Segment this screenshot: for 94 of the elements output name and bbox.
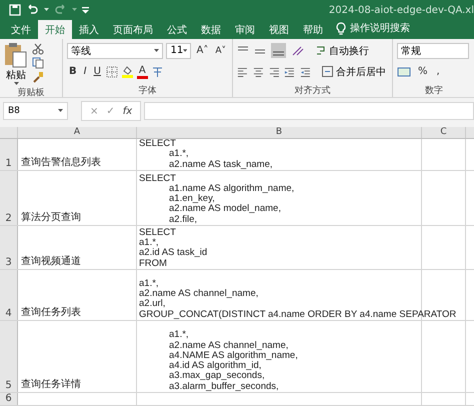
column-header[interactable]: C	[422, 127, 466, 138]
table-cell-text: 查询告警信息列表	[21, 156, 102, 169]
caret-icon	[14, 82, 18, 86]
row-header[interactable]: 3	[0, 226, 18, 269]
row-header[interactable]: 6	[0, 393, 18, 405]
group-label: 剪贴板	[18, 88, 44, 98]
sql-line: a1.en_key,	[169, 194, 215, 204]
decrease-indent-icon[interactable]	[284, 66, 296, 78]
sql-line: a2.name AS channel_name,	[169, 340, 288, 351]
align-right-icon[interactable]	[268, 66, 280, 78]
column-header[interactable]: A	[18, 127, 137, 138]
ribbon-tab[interactable]: 开始	[38, 20, 72, 39]
search-hint[interactable]: 操作说明搜索	[350, 21, 410, 39]
group-label: 字体	[138, 86, 156, 96]
grow-font-button[interactable]: A˄	[194, 45, 210, 56]
fill-color-icon[interactable]	[120, 65, 134, 78]
comma-button[interactable]: ,	[434, 66, 442, 77]
number-format-dropdown[interactable]: 常规	[397, 42, 469, 58]
sql-line: a2.url,	[139, 299, 166, 310]
group-label: 对齐方式	[294, 86, 330, 96]
currency-icon[interactable]	[397, 66, 411, 78]
shrink-font-button[interactable]: A˅	[213, 46, 228, 56]
group-label: 数字	[425, 86, 443, 96]
ribbon-tab[interactable]: 数据	[194, 20, 228, 39]
sql-line: a1.*,	[139, 238, 159, 248]
sql-line: a4.NAME AS algorithm_name,	[169, 350, 298, 361]
sql-line: SELECT	[139, 228, 176, 238]
sql-line: SELECT	[139, 174, 176, 184]
increase-indent-icon[interactable]	[300, 66, 311, 78]
bold-button[interactable]: B	[67, 66, 79, 77]
undo-icon[interactable]	[26, 4, 39, 16]
sql-line: a1.*,	[169, 149, 189, 160]
copy-icon[interactable]	[32, 57, 44, 69]
ribbon-tab[interactable]: 插入	[72, 20, 106, 39]
caret-icon	[154, 48, 160, 52]
percent-button[interactable]: %	[416, 66, 430, 77]
row-header[interactable]: 4	[0, 270, 18, 320]
sql-line: a2.name AS task_name,	[169, 160, 273, 170]
wrap-icon	[316, 45, 326, 56]
ribbon-tab[interactable]: 视图	[262, 20, 296, 39]
ribbon-tab[interactable]: 帮助	[296, 20, 330, 39]
sql-line: a4.id AS algorithm_id,	[169, 361, 262, 372]
sql-line: a1.*,	[139, 278, 159, 289]
align-center-icon[interactable]	[252, 66, 264, 78]
font-size-dropdown[interactable]: 11	[166, 42, 192, 58]
row-header[interactable]: 1	[0, 139, 18, 170]
borders-icon[interactable]	[106, 66, 118, 78]
ribbon-tab[interactable]: 审阅	[228, 20, 262, 39]
ribbon-tab[interactable]: 文件	[4, 20, 38, 39]
caret-icon	[183, 48, 188, 52]
underline-button[interactable]: U	[92, 66, 103, 77]
font-name-dropdown[interactable]: 等线	[67, 42, 164, 58]
paste-button[interactable]: 粘贴	[4, 42, 28, 86]
merge-icon	[322, 66, 333, 77]
sql-line: a2.name AS model_name,	[169, 204, 281, 215]
phonetic-icon[interactable]	[150, 65, 164, 78]
window-title: 2024-08-aiot-edge-dev-QA.xl	[328, 4, 474, 16]
sql-line: a2.file,	[169, 214, 197, 225]
scissors-icon[interactable]	[32, 43, 44, 55]
formula-input[interactable]	[144, 102, 474, 120]
sql-line: a3.max_gap_seconds,	[169, 371, 265, 382]
table-cell-text: 算法分页查询	[21, 210, 82, 224]
table-cell-text: 查询任务列表	[21, 306, 82, 319]
sql-line: a2.name AS channel_name,	[139, 289, 258, 300]
customize-icon[interactable]	[82, 6, 89, 14]
column-header[interactable]: B	[137, 127, 422, 138]
name-box[interactable]: B8	[3, 102, 68, 120]
font-color-button[interactable]: A	[136, 64, 148, 78]
clipboard-icon	[4, 42, 28, 68]
save-icon[interactable]	[9, 4, 21, 16]
align-bottom-icon[interactable]	[271, 43, 286, 58]
italic-button[interactable]: I	[82, 66, 89, 77]
ribbon-tab[interactable]: 公式	[160, 20, 194, 39]
sql-line: a3.alarm_buffer_seconds,	[169, 382, 279, 392]
sql-line: a1.name AS algorithm_name,	[169, 184, 294, 194]
sql-line: a2.id AS task_id	[139, 248, 208, 259]
insert-function-button[interactable]: fx	[120, 106, 134, 116]
table-cell-text: 查询任务详情	[21, 378, 82, 391]
sql-line: GROUP_CONCAT(DISTINCT a4.name ORDER BY a4.name SEPARATOR	[139, 310, 456, 320]
caret-icon	[58, 109, 63, 113]
row-header[interactable]: 2	[0, 171, 18, 225]
sql-line: SELECT	[139, 139, 176, 150]
row-header[interactable]: 5	[0, 321, 18, 392]
brush-icon[interactable]	[32, 71, 44, 83]
table-cell-text: 查询视频通道	[21, 254, 82, 268]
ribbon-tab[interactable]: 页面布局	[106, 20, 160, 39]
sql-line: FROM	[139, 258, 167, 269]
lightbulb-icon[interactable]	[336, 22, 346, 35]
align-left-icon[interactable]	[237, 66, 248, 78]
caret-icon[interactable]	[44, 8, 49, 12]
orientation-icon[interactable]	[291, 44, 305, 56]
merge-center-button[interactable]: 合并后居中	[320, 64, 388, 78]
wrap-text-button[interactable]: 自动换行	[314, 44, 371, 58]
sql-line: a1.*,	[169, 330, 189, 341]
